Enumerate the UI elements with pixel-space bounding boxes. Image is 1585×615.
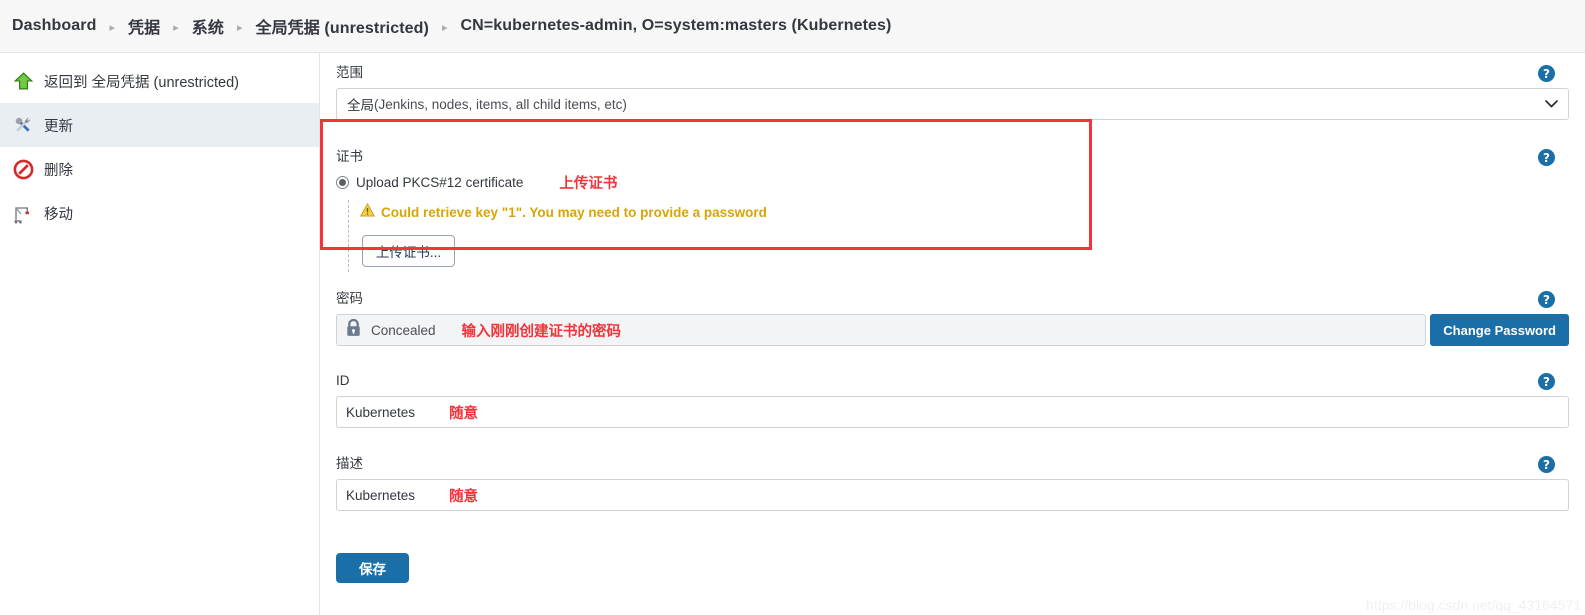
sidebar-item-label: 返回到 全局凭据 (unrestricted) xyxy=(44,74,239,91)
help-icon-password[interactable]: ? xyxy=(1538,291,1555,308)
field-scope: 范围 全局 (Jenkins, nodes, items, all child … xyxy=(336,65,1569,120)
breadcrumb-separator-icon: ▸ xyxy=(441,21,448,34)
annotation-description: 随意 xyxy=(449,488,479,505)
breadcrumb-item-dashboard[interactable]: Dashboard xyxy=(12,17,96,35)
sidebar-item-delete[interactable]: 删除 xyxy=(0,147,319,191)
upload-certificate-button[interactable]: 上传证书... xyxy=(362,235,455,267)
annotation-upload-certificate: 上传证书 xyxy=(559,175,618,192)
field-certificate: 证书 Upload PKCS#12 certificate 上传证书 Could… xyxy=(320,119,1569,272)
sidebar-item-label: 删除 xyxy=(44,162,73,179)
scope-selected-bold: 全局 xyxy=(347,98,374,113)
password-concealed-text: Concealed xyxy=(371,322,436,338)
main-form: 范围 全局 (Jenkins, nodes, items, all child … xyxy=(320,53,1585,615)
sidebar-item-update[interactable]: 更新 xyxy=(0,103,319,147)
password-label: 密码 xyxy=(336,291,363,306)
tools-icon xyxy=(6,110,40,140)
certificate-label: 证书 xyxy=(336,149,363,164)
no-entry-icon xyxy=(6,154,40,184)
password-input[interactable]: Concealed 输入刚刚创建证书的密码 xyxy=(336,314,1427,346)
sidebar-item-label: 更新 xyxy=(44,118,73,135)
chevron-down-icon xyxy=(1545,97,1558,112)
sidebar-item-label: 移动 xyxy=(44,206,73,223)
description-input[interactable]: Kubernetes 随意 xyxy=(336,479,1569,511)
help-icon-scope[interactable]: ? xyxy=(1538,65,1555,82)
certificate-warning: Could retrieve key "1". You may need to … xyxy=(336,202,1569,222)
breadcrumb-item-credentials[interactable]: 凭据 xyxy=(128,14,160,38)
id-input-value: Kubernetes xyxy=(346,404,416,420)
page-root: Dashboard ▸ 凭据 ▸ 系统 ▸ 全局凭据 (unrestricted… xyxy=(0,0,1585,615)
save-button[interactable]: 保存 xyxy=(336,553,409,583)
radio-upload-pkcs12[interactable] xyxy=(336,175,349,189)
breadcrumb-item-current-credential: CN=kubernetes-admin, O=system:masters (K… xyxy=(460,17,892,34)
certificate-radio-row: Upload PKCS#12 certificate 上传证书 xyxy=(336,172,1569,192)
breadcrumb-item-system[interactable]: 系统 xyxy=(192,14,224,38)
breadcrumb-item-global-credentials[interactable]: 全局凭据 (unrestricted) xyxy=(255,14,428,38)
breadcrumb-separator-icon: ▸ xyxy=(109,21,116,34)
field-password: 密码 Concealed 输入刚刚创建证书的密码 Change Password… xyxy=(336,291,1569,346)
certificate-warning-text: Could retrieve key "1". You may need to … xyxy=(381,205,767,220)
description-label: 描述 xyxy=(336,456,363,471)
id-label: ID xyxy=(336,373,350,388)
password-row: Concealed 输入刚刚创建证书的密码 Change Password xyxy=(336,314,1569,346)
lock-icon xyxy=(345,318,362,342)
breadcrumb: Dashboard ▸ 凭据 ▸ 系统 ▸ 全局凭据 (unrestricted… xyxy=(0,0,1585,53)
scope-label: 范围 xyxy=(336,65,363,80)
help-icon-description[interactable]: ? xyxy=(1538,456,1555,473)
crane-move-icon xyxy=(6,198,40,228)
annotation-password: 输入刚刚创建证书的密码 xyxy=(461,323,622,340)
change-password-button[interactable]: Change Password xyxy=(1430,314,1569,346)
up-arrow-icon xyxy=(6,66,40,96)
breadcrumb-separator-icon: ▸ xyxy=(173,21,179,34)
scope-selected-rest: (Jenkins, nodes, items, all child items,… xyxy=(374,96,627,112)
sidebar-item-move[interactable]: 移动 xyxy=(0,191,319,235)
id-input[interactable]: Kubernetes 随意 xyxy=(336,396,1569,428)
watermark: https://blog.csdn.net/qq_43164571 xyxy=(1366,597,1581,613)
field-description: 描述 Kubernetes 随意 ? xyxy=(336,456,1569,511)
sidebar: 返回到 全局凭据 (unrestricted) 更新 删除 移动 xyxy=(0,53,320,615)
sidebar-item-back-to-global-credentials[interactable]: 返回到 全局凭据 (unrestricted) xyxy=(0,59,319,103)
certificate-dashed-rail xyxy=(348,200,349,272)
field-id: ID Kubernetes 随意 ? xyxy=(336,373,1569,428)
scope-select[interactable]: 全局 (Jenkins, nodes, items, all child ite… xyxy=(336,88,1569,120)
help-icon-certificate[interactable]: ? xyxy=(1538,149,1555,166)
certificate-body: Upload PKCS#12 certificate 上传证书 Could re… xyxy=(336,172,1569,272)
help-icon-id[interactable]: ? xyxy=(1538,373,1555,390)
warning-triangle-icon xyxy=(359,202,376,222)
breadcrumb-separator-icon: ▸ xyxy=(236,21,243,34)
description-input-value: Kubernetes xyxy=(346,487,416,503)
radio-upload-pkcs12-label: Upload PKCS#12 certificate xyxy=(356,174,524,190)
annotation-id: 随意 xyxy=(449,405,479,422)
